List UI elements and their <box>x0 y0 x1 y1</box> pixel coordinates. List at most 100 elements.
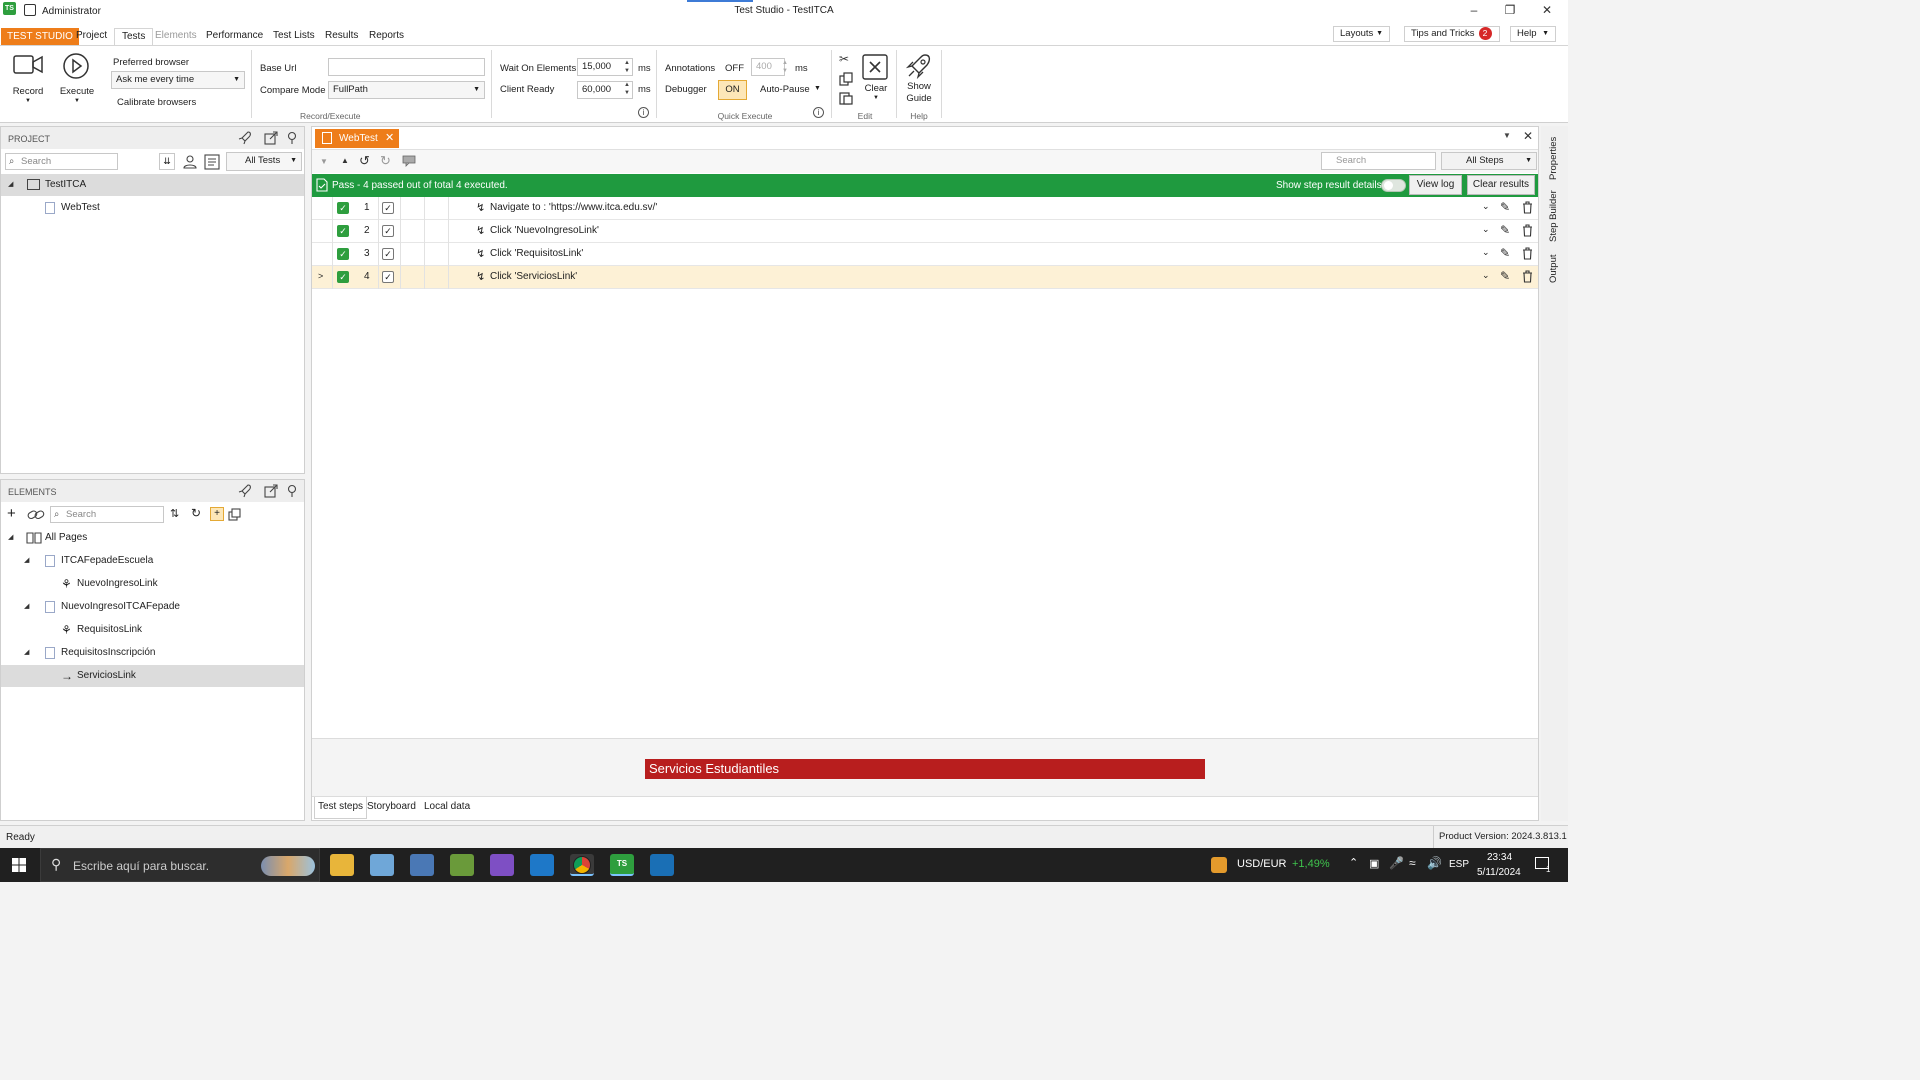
edit-icon[interactable]: ✎ <box>1500 200 1510 214</box>
step-result-checkbox[interactable]: ✓ <box>382 248 394 260</box>
calibrate-browsers-link[interactable]: Calibrate browsers <box>117 97 196 108</box>
delete-icon[interactable] <box>1522 201 1533 214</box>
brand-tab[interactable]: TEST STUDIO <box>1 28 79 45</box>
file-explorer-icon[interactable] <box>330 854 354 876</box>
popout-icon[interactable] <box>264 484 278 498</box>
comment-icon[interactable] <box>402 155 416 167</box>
spin-arrows-icon[interactable]: ▲ ▼ <box>624 59 630 75</box>
tab-performance[interactable]: Performance <box>199 28 270 45</box>
expand-step-icon[interactable]: ⌄ <box>1482 247 1490 258</box>
rocket-icon[interactable] <box>238 131 252 145</box>
clock-time[interactable]: 23:34 <box>1487 852 1512 863</box>
step-result-checkbox[interactable]: ✓ <box>382 202 394 214</box>
side-tab-step-builder[interactable]: Step Builder <box>1548 190 1559 242</box>
copy-icon[interactable] <box>839 72 853 86</box>
step-row[interactable]: ✓ 2 ✓ ↯ Click 'NuevoIngresoLink' ⌄ ✎ <box>312 220 1538 243</box>
step-result-checkbox[interactable]: ✓ <box>382 271 394 283</box>
clock-date[interactable]: 5/11/2024 <box>1477 867 1521 878</box>
debugger-toggle[interactable]: ON <box>718 80 747 100</box>
calculator-icon[interactable] <box>410 854 434 876</box>
tree-item-project[interactable]: ◢ TestITCA <box>1 174 304 196</box>
network-drive-icon[interactable]: ▣ <box>1369 857 1379 870</box>
chevron-down-icon[interactable]: ▼ <box>814 85 821 92</box>
paint-icon[interactable] <box>450 854 474 876</box>
collapse-arrow-icon[interactable]: ◢ <box>24 642 29 664</box>
expand-step-icon[interactable]: ⌄ <box>1482 270 1490 281</box>
step-enabled-checkbox[interactable]: ✓ <box>337 248 349 260</box>
view-log-button[interactable]: View log <box>1409 175 1462 195</box>
collapse-arrow-icon[interactable]: ◢ <box>8 174 13 196</box>
maximize-button[interactable]: ❐ <box>1491 0 1529 22</box>
tab-results[interactable]: Results <box>318 28 365 45</box>
show-guide-button[interactable]: Show Guide <box>903 52 935 110</box>
chrome-icon[interactable] <box>570 854 594 876</box>
delete-icon[interactable] <box>1522 224 1533 237</box>
annotations-delay-input[interactable]: 400 <box>751 58 785 76</box>
tips-button[interactable]: Tips and Tricks 2 <box>1404 26 1500 42</box>
popout-icon[interactable] <box>264 131 278 145</box>
notepad-icon[interactable] <box>370 854 394 876</box>
paste-icon[interactable] <box>839 91 853 105</box>
cut-icon[interactable]: ✂ <box>839 52 849 66</box>
tree-item-page[interactable]: ◢ ITCAFepadeEscuela <box>1 550 304 572</box>
tab-elements[interactable]: Elements <box>148 28 204 45</box>
wifi-icon[interactable]: ≈ <box>1409 856 1416 870</box>
spin-arrows-icon[interactable]: ▲ ▼ <box>624 81 630 97</box>
tree-item-page[interactable]: ◢ NuevoIngresoITCAFepade <box>1 596 304 618</box>
close-editor-icon[interactable]: ✕ <box>1523 129 1533 143</box>
tab-local-data[interactable]: Local data <box>424 797 470 817</box>
sort-icon[interactable]: ⇅ <box>170 507 179 520</box>
step-row-selected[interactable]: > ✓ 4 ✓ ↯ Click 'ServiciosLink' ⌄ ✎ <box>312 266 1538 289</box>
info-icon[interactable]: i <box>813 107 824 118</box>
tab-list-icon[interactable]: ▼ <box>1503 131 1511 140</box>
close-window-button[interactable]: ✕ <box>1528 0 1566 22</box>
expand-step-icon[interactable]: ⌄ <box>1482 224 1490 235</box>
vscode-icon[interactable] <box>530 854 554 876</box>
step-row[interactable]: ✓ 1 ✓ ↯ Navigate to : 'https://www.itca.… <box>312 197 1538 220</box>
tree-item-page[interactable]: ◢ RequisitosInscripción <box>1 642 304 664</box>
expand-step-icon[interactable]: ⌄ <box>1482 201 1490 212</box>
tab-storyboard[interactable]: Storyboard <box>367 797 416 817</box>
refresh-icon[interactable]: ↻ <box>191 506 201 520</box>
clear-results-button[interactable]: Clear results <box>1467 175 1535 195</box>
clear-button[interactable]: Clear ▼ <box>862 54 890 108</box>
layouts-dropdown[interactable]: Layouts ▼ <box>1333 26 1390 42</box>
windows-start-icon[interactable] <box>12 858 26 872</box>
info-icon[interactable]: i <box>638 107 649 118</box>
collapse-arrow-icon[interactable]: ◢ <box>24 550 29 572</box>
execute-button[interactable]: Execute ▼ <box>57 52 97 110</box>
delete-icon[interactable] <box>1522 270 1533 283</box>
edit-icon[interactable]: ✎ <box>1500 223 1510 237</box>
steps-filter-select[interactable]: All Steps ▼ <box>1441 152 1537 170</box>
step-enabled-checkbox[interactable]: ✓ <box>337 225 349 237</box>
step-enabled-checkbox[interactable]: ✓ <box>337 271 349 283</box>
help-dropdown[interactable]: Help ▼ <box>1510 26 1556 42</box>
step-row[interactable]: ✓ 3 ✓ ↯ Click 'RequisitosLink' ⌄ ✎ <box>312 243 1538 266</box>
move-down-icon[interactable]: ▼ <box>320 157 328 166</box>
microphone-icon[interactable]: 🎤 <box>1389 856 1404 870</box>
ticker-name[interactable]: USD/EUR <box>1237 858 1287 870</box>
tree-item-test[interactable]: WebTest <box>1 197 304 219</box>
visual-studio-icon[interactable] <box>490 854 514 876</box>
tests-filter-select[interactable]: All Tests ▼ <box>226 152 302 171</box>
edit-icon[interactable]: ✎ <box>1500 269 1510 283</box>
tab-test-steps[interactable]: Test steps <box>314 797 368 819</box>
show-details-toggle[interactable] <box>1381 179 1406 192</box>
collapse-arrow-icon[interactable]: ◢ <box>8 527 13 549</box>
pin-icon[interactable] <box>286 484 298 498</box>
minimize-button[interactable]: – <box>1455 0 1493 22</box>
test-studio-icon[interactable]: TS <box>610 854 634 876</box>
tree-item-element-selected[interactable]: → ServiciosLink <box>1 665 304 687</box>
volume-icon[interactable]: 🔊 <box>1427 856 1442 870</box>
list-view-icon[interactable] <box>204 154 220 170</box>
duplicate-icon[interactable] <box>228 508 241 521</box>
project-search-input[interactable]: ⌕ Search <box>5 153 118 170</box>
edit-icon[interactable]: ✎ <box>1500 246 1510 260</box>
spin-arrows-icon[interactable]: ▲ ▼ <box>782 59 788 75</box>
user-filter-icon[interactable] <box>182 154 198 170</box>
tree-item-element[interactable]: ⚘ RequisitosLink <box>1 619 304 641</box>
step-result-checkbox[interactable]: ✓ <box>382 225 394 237</box>
undo-icon[interactable]: ↺ <box>359 153 370 169</box>
compare-mode-select[interactable]: FullPath ▼ <box>328 81 485 99</box>
delete-icon[interactable] <box>1522 247 1533 260</box>
